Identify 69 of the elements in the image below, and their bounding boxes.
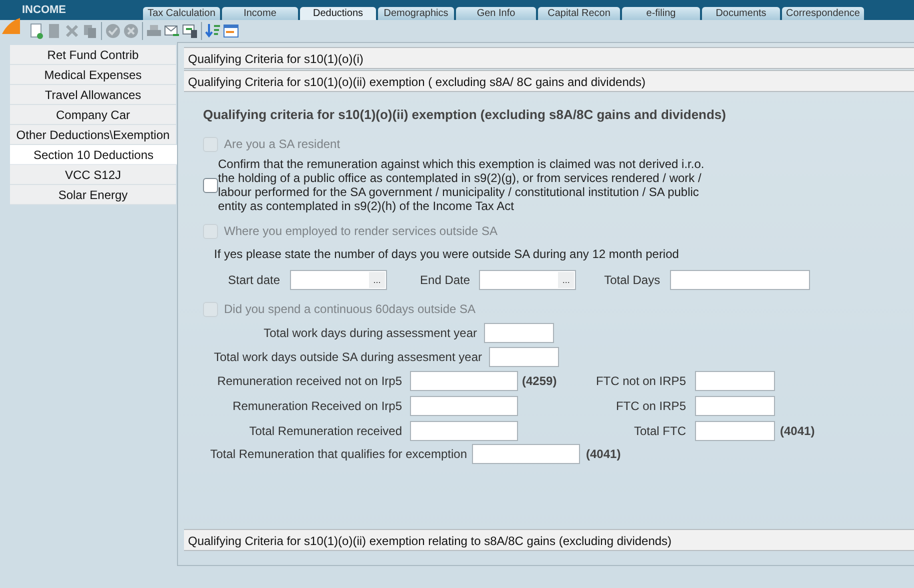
sidebar-item[interactable]: Ret Fund Contrib [10,45,176,65]
field-label: Total Days [604,272,660,289]
input-field[interactable] [410,421,518,441]
date-field[interactable]: ... [479,270,576,290]
sort-icon[interactable] [205,23,221,39]
checkbox-label: Did you spend a continuous 60days outside SA [224,301,476,318]
tab[interactable]: Income [222,7,298,20]
checkbox[interactable] [203,178,218,192]
email-icon[interactable] [164,23,180,39]
checkbox-label: Are you a SA resident [224,136,340,153]
sidebar-item[interactable]: Medical Expenses [10,65,176,85]
input-field[interactable] [410,396,518,416]
sidebar-item[interactable]: Other Deductions\Exemption [10,125,176,145]
date-picker-button[interactable]: ... [558,272,574,288]
date-field[interactable]: ... [290,270,388,290]
import-icon[interactable] [182,23,198,39]
tab[interactable]: Deductions [300,7,376,20]
cancel-icon[interactable] [123,23,139,39]
field-label: Total Remuneration that qualifies for excemption [209,446,467,463]
field-label: Remuneration Received on Irp5 [232,398,402,415]
sidebar-item[interactable]: Company Car [10,105,176,125]
new-document-icon[interactable] [28,23,44,39]
delete-icon[interactable] [64,23,80,39]
field-label: Total work days outside SA during assesment year [212,349,482,366]
input-field[interactable] [695,421,775,441]
input-field[interactable] [695,396,775,416]
tab[interactable]: e-filing [622,7,700,20]
input-field[interactable] [695,371,775,391]
sidebar-item[interactable]: Section 10 Deductions [10,145,177,165]
sidebar-item[interactable]: VCC S12J [10,165,176,185]
field-code: (4041) [586,446,621,463]
printer-icon[interactable] [146,23,162,39]
tab[interactable]: Documents [702,7,780,20]
section-heading: Qualifying criteria for s10(1)(o)(ii) exemption (excluding s8A/8C gains and dividends) [203,107,727,123]
checkbox-label: Confirm that the remuneration against which this exemption is claimed was not derived i.r.o. the holding of a public office as contemplated in s9(2)(g), or from services rendered / work / labour performed for the SA government / municipality / constitutional institution / SA public entity as contemplated in s9(2)(h) of the Income Tax Act [218,157,706,213]
input-field[interactable] [484,323,554,343]
input-field[interactable] [670,270,810,290]
corner-icon [0,18,20,34]
window-icon[interactable] [223,23,239,39]
input-field[interactable] [410,371,518,391]
check-icon[interactable] [105,23,121,39]
field-label: End Date [420,272,470,289]
tab[interactable]: Demographics [378,7,454,20]
field-label: Total FTC [632,423,686,440]
sidebar-item[interactable]: Travel Allowances [10,85,176,105]
document-icon[interactable] [46,23,62,39]
field-label: Remuneration received not on Irp5 [216,373,402,390]
hint-text: If yes please state the number of days you were outside SA during any 12 month period [214,246,680,263]
field-label: FTC on IRP5 [614,398,686,415]
section-header[interactable]: Qualifying Criteria for s10(1)(o)(i) [184,47,914,69]
input-field[interactable] [489,347,559,367]
input-field[interactable] [472,444,580,464]
field-label: FTC not on IRP5 [594,373,686,390]
field-code: (4041) [780,423,815,440]
field-label: Start date [228,272,280,289]
tab[interactable]: Gen Info [456,7,536,20]
section-header[interactable]: Qualifying Criteria for s10(1)(o)(ii) exemption relating to s8A/8C gains (excluding dividends) [184,529,914,551]
checkbox-label: Where you employed to render services outside SA [224,223,498,240]
tab[interactable]: Capital Recon [538,7,620,20]
field-label: Total work days during assessment year [262,325,477,342]
field-label: Total Remuneration received [248,423,402,440]
copy-icon[interactable] [82,23,98,39]
tab[interactable]: Correspondence [782,7,864,20]
app-title: INCOME [22,5,66,16]
tab[interactable]: Tax Calculation [143,7,220,20]
date-picker-button[interactable]: ... [369,272,386,288]
sidebar-item[interactable]: Solar Energy [10,185,176,205]
field-code: (4259) [522,374,557,388]
section-header[interactable]: Qualifying Criteria for s10(1)(o)(ii) exemption ( excluding s8A/ 8C gains and dividends) [184,70,914,92]
